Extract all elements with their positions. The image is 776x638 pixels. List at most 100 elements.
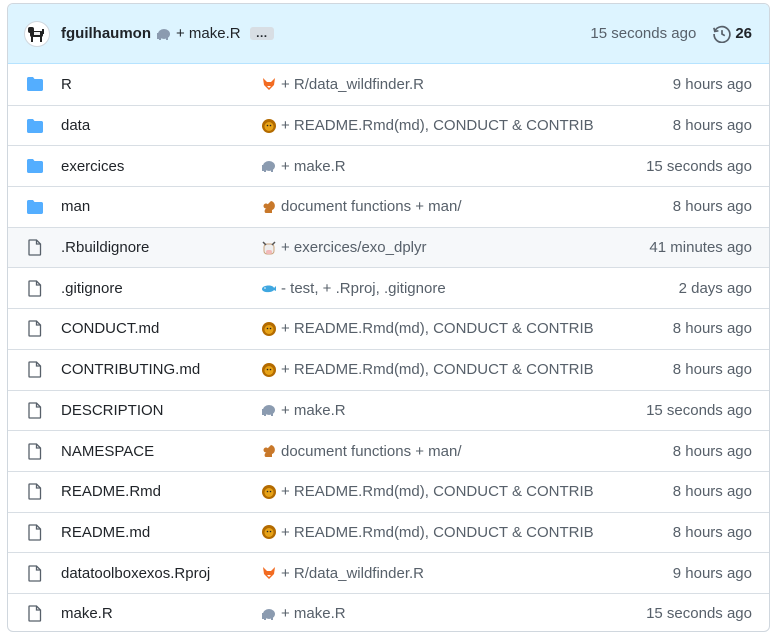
file-row[interactable]: man document functions + man/ 8 hours ag… bbox=[8, 186, 769, 227]
lion-icon bbox=[261, 524, 277, 540]
commit-message-text: + README.Rmd(md), CONDUCT & CONTRIB bbox=[281, 483, 594, 501]
file-row[interactable]: CONTRIBUTING.md + README.Rmd(md), CONDUC… bbox=[8, 348, 769, 390]
file-name-link[interactable]: man bbox=[61, 198, 90, 215]
file-name-link[interactable]: make.R bbox=[61, 605, 113, 622]
file-icon bbox=[26, 239, 44, 256]
file-name-link[interactable]: DESCRIPTION bbox=[61, 402, 164, 419]
file-name-link[interactable]: README.md bbox=[61, 524, 150, 541]
commit-message-text: + README.Rmd(md), CONDUCT & CONTRIB bbox=[281, 320, 594, 338]
commit-time: 8 hours ago bbox=[672, 117, 752, 135]
commit-time: 8 hours ago bbox=[672, 442, 752, 460]
commit-history-link[interactable]: 26 bbox=[713, 25, 752, 43]
file-name-link[interactable]: .gitignore bbox=[61, 280, 123, 297]
commit-message-link[interactable]: + README.Rmd(md), CONDUCT & CONTRIB bbox=[261, 117, 594, 134]
commit-time: 8 hours ago bbox=[672, 320, 752, 338]
file-row[interactable]: README.Rmd + README.Rmd(md), CONDUCT & C… bbox=[8, 470, 769, 512]
commit-message-link[interactable]: - test, + .Rproj, .gitignore bbox=[261, 280, 446, 297]
commit-message-link[interactable]: + README.Rmd(md), CONDUCT & CONTRIB bbox=[261, 320, 594, 337]
commit-message-text: + make.R bbox=[281, 605, 346, 623]
file-row[interactable]: .Rbuildignore + exercices/exo_dplyr 41 m… bbox=[8, 226, 769, 268]
commit-message-text: + make.R bbox=[281, 401, 346, 419]
whale-icon bbox=[261, 280, 277, 296]
file-name-link[interactable]: README.Rmd bbox=[61, 483, 161, 500]
commit-time: 9 hours ago bbox=[672, 564, 752, 582]
commit-message-text: + README.Rmd(md), CONDUCT & CONTRIB bbox=[281, 523, 594, 541]
commit-time: 41 minutes ago bbox=[649, 239, 752, 257]
commit-message-link[interactable]: + README.Rmd(md), CONDUCT & CONTRIB bbox=[261, 524, 594, 541]
file-row[interactable]: README.md + README.Rmd(md), CONDUCT & CO… bbox=[8, 511, 769, 553]
file-name-link[interactable]: exercices bbox=[61, 158, 124, 175]
file-row[interactable]: exercices + make.R 15 seconds ago bbox=[8, 145, 769, 186]
commit-message-text: document functions + man/ bbox=[281, 198, 462, 216]
commit-message-link[interactable]: document functions + man/ bbox=[261, 443, 462, 460]
elephant-icon bbox=[261, 402, 277, 418]
folder-icon bbox=[26, 158, 44, 174]
commit-message-text: + exercices/exo_dplyr bbox=[281, 239, 427, 257]
commit-message-link[interactable]: + README.Rmd(md), CONDUCT & CONTRIB bbox=[261, 361, 594, 378]
commit-message-link[interactable]: + README.Rmd(md), CONDUCT & CONTRIB bbox=[261, 483, 594, 500]
latest-commit-header: fguilhaumon + make.R … 15 seconds ago 26 bbox=[8, 4, 769, 64]
file-list-box: fguilhaumon + make.R … 15 seconds ago 26… bbox=[7, 3, 770, 632]
cow-icon bbox=[261, 240, 277, 256]
file-row[interactable]: make.R + make.R 15 seconds ago bbox=[8, 592, 769, 631]
commit-message-link[interactable]: document functions + man/ bbox=[261, 198, 462, 215]
file-icon bbox=[26, 524, 44, 541]
expand-commit-button[interactable]: … bbox=[249, 27, 274, 40]
file-icon bbox=[26, 483, 44, 500]
commit-message-link[interactable]: + exercices/exo_dplyr bbox=[261, 239, 427, 256]
file-row[interactable]: .gitignore - test, + .Rproj, .gitignore … bbox=[8, 267, 769, 308]
file-icon bbox=[26, 402, 44, 419]
commit-time: 9 hours ago bbox=[672, 75, 752, 93]
elephant-icon bbox=[261, 606, 277, 622]
commit-author[interactable]: fguilhaumon bbox=[61, 25, 151, 42]
commit-message-text: + make.R bbox=[281, 157, 346, 175]
file-row[interactable]: CONDUCT.md + README.Rmd(md), CONDUCT & C… bbox=[8, 308, 769, 349]
file-name-link[interactable]: CONDUCT.md bbox=[61, 320, 159, 337]
commit-message-link[interactable]: + R/data_wildfinder.R bbox=[261, 565, 424, 582]
commit-message-link[interactable]: + R/data_wildfinder.R bbox=[261, 76, 424, 93]
file-icon bbox=[26, 361, 44, 378]
lion-icon bbox=[261, 484, 277, 500]
file-row[interactable]: datatoolboxexos.Rproj + R/data_wildfinde… bbox=[8, 552, 769, 593]
commit-message-text: + R/data_wildfinder.R bbox=[281, 564, 424, 582]
commit-message[interactable]: + make.R bbox=[176, 25, 241, 42]
elephant-icon bbox=[261, 158, 277, 174]
elephant-icon bbox=[156, 26, 172, 42]
commit-message-link[interactable]: + make.R bbox=[261, 158, 346, 175]
avatar[interactable] bbox=[24, 20, 50, 47]
file-name-link[interactable]: .Rbuildignore bbox=[61, 239, 149, 256]
lion-icon bbox=[261, 118, 277, 134]
commit-message-text: document functions + man/ bbox=[281, 442, 462, 460]
file-row[interactable]: data + README.Rmd(md), CONDUCT & CONTRIB… bbox=[8, 104, 769, 146]
commit-time: 15 seconds ago bbox=[646, 605, 752, 623]
commit-message-text: + README.Rmd(md), CONDUCT & CONTRIB bbox=[281, 361, 594, 379]
squirrel-icon bbox=[261, 199, 277, 215]
commit-message-text: + R/data_wildfinder.R bbox=[281, 75, 424, 93]
squirrel-icon bbox=[261, 443, 277, 459]
history-icon bbox=[713, 25, 732, 43]
file-name-link[interactable]: data bbox=[61, 117, 90, 134]
file-row[interactable]: R + R/data_wildfinder.R 9 hours ago bbox=[8, 64, 769, 105]
commit-time: 15 seconds ago bbox=[646, 401, 752, 419]
commit-time: 2 days ago bbox=[678, 279, 752, 297]
commit-time: 8 hours ago bbox=[672, 361, 752, 379]
file-icon bbox=[26, 564, 44, 582]
commit-time: 15 seconds ago bbox=[646, 157, 752, 175]
folder-icon bbox=[26, 76, 44, 92]
commit-time: 8 hours ago bbox=[672, 523, 752, 541]
file-name-link[interactable]: CONTRIBUTING.md bbox=[61, 361, 200, 378]
commit-message-link[interactable]: + make.R bbox=[261, 402, 346, 419]
commit-time: 15 seconds ago bbox=[590, 25, 697, 42]
file-row[interactable]: NAMESPACE document functions + man/ 8 ho… bbox=[8, 430, 769, 471]
commit-message-link[interactable]: + make.R bbox=[261, 605, 346, 622]
commit-message-text: - test, + .Rproj, .gitignore bbox=[281, 279, 446, 297]
file-name-link[interactable]: R bbox=[61, 76, 72, 93]
commit-count: 26 bbox=[735, 25, 752, 42]
file-name-link[interactable]: datatoolboxexos.Rproj bbox=[61, 565, 210, 582]
file-name-link[interactable]: NAMESPACE bbox=[61, 443, 154, 460]
file-icon bbox=[26, 320, 44, 338]
file-icon bbox=[26, 442, 44, 460]
file-row[interactable]: DESCRIPTION + make.R 15 seconds ago bbox=[8, 389, 769, 431]
folder-icon bbox=[26, 199, 44, 215]
folder-icon bbox=[26, 118, 44, 134]
